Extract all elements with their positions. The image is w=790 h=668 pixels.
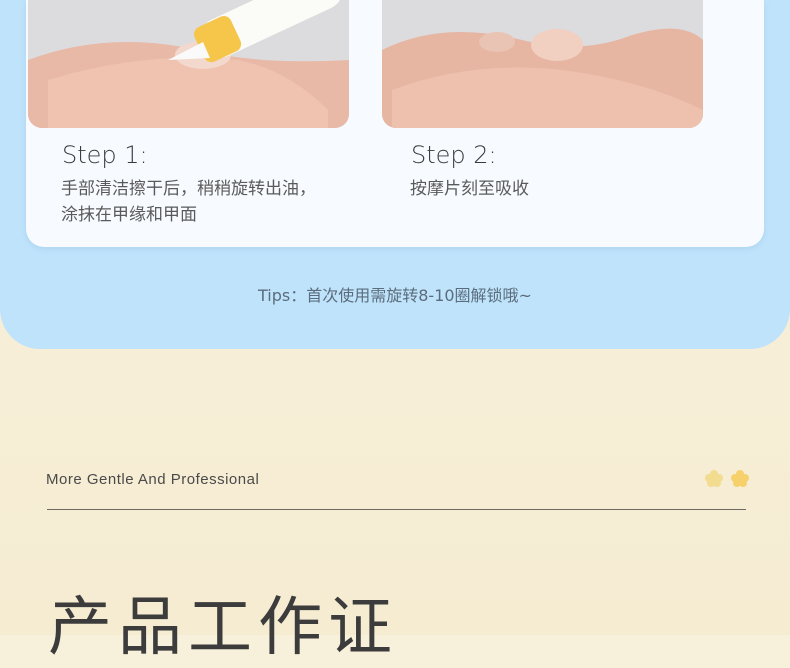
- step-2-title: Step 2:: [411, 141, 497, 169]
- step-1-description: 手部清洁擦干后，稍稍旋转出油， 涂抹在甲缘和甲面: [61, 176, 316, 228]
- flower-icon: [705, 470, 749, 487]
- step-1-desc-line2: 涂抹在甲缘和甲面: [61, 205, 197, 225]
- step-2-photo: [382, 0, 703, 128]
- step-2-description: 按摩片刻至吸收: [410, 176, 529, 202]
- instructions-section: Step 1: 手部清洁擦干后，稍稍旋转出油， 涂抹在甲缘和甲面 Step 2:…: [0, 0, 790, 349]
- section-divider: [47, 509, 746, 510]
- section-title: 产品工作证: [48, 591, 398, 665]
- step-1-desc-line1: 手部清洁擦干后，稍稍旋转出油，: [61, 179, 316, 199]
- flower-icons: [704, 468, 752, 490]
- step-1-photo: [28, 0, 349, 128]
- section-subtitle: More Gentle And Professional: [46, 471, 260, 488]
- step-1-title: Step 1:: [62, 141, 148, 169]
- step-2-desc-line1: 按摩片刻至吸收: [410, 179, 529, 199]
- tips-text: Tips：首次使用需旋转8-10圈解锁哦~: [258, 286, 532, 305]
